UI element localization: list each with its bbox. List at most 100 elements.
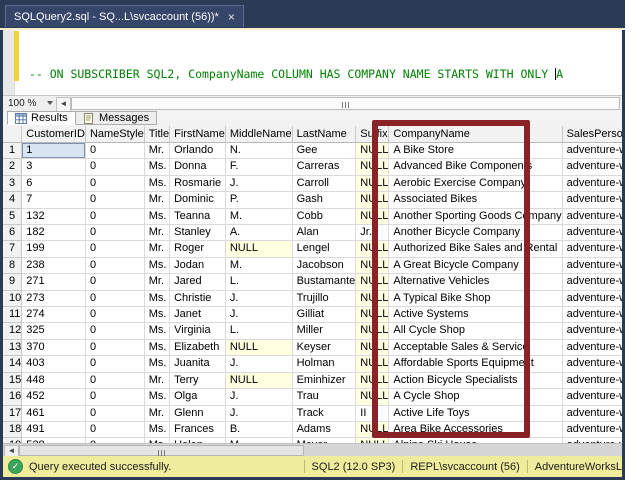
cell-suffix[interactable]: NULL bbox=[356, 209, 389, 225]
cell-title[interactable]: Ms. bbox=[145, 291, 170, 307]
column-header-customerid[interactable]: CustomerID bbox=[22, 126, 86, 143]
cell-firstname[interactable]: Elizabeth bbox=[170, 340, 226, 356]
cell-salesperson[interactable]: adventure-works\pamela0 bbox=[563, 143, 622, 159]
cell-firstname[interactable]: Virginia bbox=[170, 323, 226, 339]
sql-comment-line[interactable]: -- ON SUBSCRIBER SQL2, CompanyName COLUM… bbox=[22, 67, 563, 82]
cell-namestyle[interactable]: 0 bbox=[86, 356, 145, 372]
cell-suffix[interactable]: II bbox=[356, 406, 389, 422]
cell-namestyle[interactable]: 0 bbox=[86, 389, 145, 405]
cell-title[interactable]: Mr. bbox=[145, 241, 170, 257]
cell-salesperson[interactable]: adventure-works\jillian0 bbox=[563, 258, 622, 274]
cell-salesperson[interactable]: adventure-works\pamela0 bbox=[563, 323, 622, 339]
cell-companyname[interactable]: Action Bicycle Specialists bbox=[389, 373, 562, 389]
cell-firstname[interactable]: Orlando bbox=[170, 143, 226, 159]
cell-salesperson[interactable]: adventure-works\shu0 bbox=[563, 422, 622, 438]
cell-title[interactable]: Ms. bbox=[145, 340, 170, 356]
cell-namestyle[interactable]: 0 bbox=[86, 291, 145, 307]
cell-title[interactable]: Mr. bbox=[145, 373, 170, 389]
editor-hscrollbar[interactable] bbox=[71, 97, 621, 110]
cell-salesperson[interactable]: adventure-works\jae0 bbox=[563, 373, 622, 389]
cell-customerid[interactable]: 452 bbox=[22, 389, 86, 405]
cell-lastname[interactable]: Eminhizer bbox=[293, 373, 357, 389]
cell-title[interactable]: Mr. bbox=[145, 406, 170, 422]
cell-suffix[interactable]: NULL bbox=[356, 274, 389, 290]
row-number[interactable]: 9 bbox=[3, 274, 22, 290]
column-header-firstname[interactable]: FirstName bbox=[170, 126, 226, 143]
cell-namestyle[interactable]: 0 bbox=[86, 274, 145, 290]
cell-middlename[interactable]: N. bbox=[226, 143, 293, 159]
cell-suffix[interactable]: NULL bbox=[356, 241, 389, 257]
cell-title[interactable]: Ms. bbox=[145, 389, 170, 405]
cell-suffix[interactable]: NULL bbox=[356, 356, 389, 372]
cell-namestyle[interactable]: 0 bbox=[86, 373, 145, 389]
cell-middlename[interactable]: NULL bbox=[226, 373, 293, 389]
cell-suffix[interactable]: NULL bbox=[356, 159, 389, 175]
cell-salesperson[interactable]: adventure-works\pamela0 bbox=[563, 241, 622, 257]
cell-middlename[interactable]: M. bbox=[226, 258, 293, 274]
cell-title[interactable]: Mr. bbox=[145, 192, 170, 208]
cell-lastname[interactable]: Adams bbox=[293, 422, 357, 438]
cell-firstname[interactable]: Juanita bbox=[170, 356, 226, 372]
cell-lastname[interactable]: Carroll bbox=[293, 176, 357, 192]
cell-lastname[interactable]: Holman bbox=[293, 356, 357, 372]
cell-middlename[interactable]: NULL bbox=[226, 241, 293, 257]
cell-customerid[interactable]: 6 bbox=[22, 176, 86, 192]
zoom-level-select[interactable]: 100 % bbox=[3, 96, 50, 111]
grid-hscrollbar[interactable]: ◄ bbox=[3, 443, 622, 456]
cell-firstname[interactable]: Rosmarie bbox=[170, 176, 226, 192]
row-number[interactable]: 1 bbox=[3, 143, 22, 159]
cell-lastname[interactable]: Lengel bbox=[293, 241, 357, 257]
cell-lastname[interactable]: Jacobson bbox=[293, 258, 357, 274]
column-header-salesperson[interactable]: SalesPerson bbox=[563, 126, 622, 143]
cell-firstname[interactable]: Janet bbox=[170, 307, 226, 323]
cell-title[interactable]: Ms. bbox=[145, 176, 170, 192]
cell-companyname[interactable]: Area Bike Accessories bbox=[389, 422, 562, 438]
editor-scroll-left-button[interactable]: ◄ bbox=[56, 97, 71, 112]
cell-middlename[interactable]: L. bbox=[226, 274, 293, 290]
cell-lastname[interactable]: Track bbox=[293, 406, 357, 422]
cell-lastname[interactable]: Carreras bbox=[293, 159, 357, 175]
cell-firstname[interactable]: Terry bbox=[170, 373, 226, 389]
column-header-middlename[interactable]: MiddleName bbox=[226, 126, 293, 143]
cell-namestyle[interactable]: 0 bbox=[86, 340, 145, 356]
cell-suffix[interactable]: NULL bbox=[356, 389, 389, 405]
row-number[interactable]: 17 bbox=[3, 406, 22, 422]
cell-title[interactable]: Ms. bbox=[145, 307, 170, 323]
cell-customerid[interactable]: 325 bbox=[22, 323, 86, 339]
row-number[interactable]: 10 bbox=[3, 291, 22, 307]
cell-companyname[interactable]: A Great Bicycle Company bbox=[389, 258, 562, 274]
cell-companyname[interactable]: Advanced Bike Components bbox=[389, 159, 562, 175]
cell-salesperson[interactable]: adventure-works\jillian0 bbox=[563, 307, 622, 323]
cell-customerid[interactable]: 491 bbox=[22, 422, 86, 438]
row-number[interactable]: 14 bbox=[3, 356, 22, 372]
cell-salesperson[interactable]: adventure-works\david8 bbox=[563, 389, 622, 405]
column-header-title[interactable]: Title bbox=[145, 126, 170, 143]
cell-companyname[interactable]: Another Sporting Goods Company bbox=[389, 209, 562, 225]
cell-namestyle[interactable]: 0 bbox=[86, 258, 145, 274]
cell-companyname[interactable]: A Bike Store bbox=[389, 143, 562, 159]
cell-lastname[interactable]: Gash bbox=[293, 192, 357, 208]
cell-title[interactable]: Ms. bbox=[145, 258, 170, 274]
cell-customerid[interactable]: 132 bbox=[22, 209, 86, 225]
cell-suffix[interactable]: NULL bbox=[356, 422, 389, 438]
cell-title[interactable]: Ms. bbox=[145, 356, 170, 372]
cell-lastname[interactable]: Trau bbox=[293, 389, 357, 405]
cell-suffix[interactable]: NULL bbox=[356, 340, 389, 356]
cell-salesperson[interactable]: adventure-works\josé1 bbox=[563, 340, 622, 356]
cell-middlename[interactable]: J. bbox=[226, 291, 293, 307]
cell-middlename[interactable]: J. bbox=[226, 406, 293, 422]
cell-namestyle[interactable]: 0 bbox=[86, 323, 145, 339]
cell-title[interactable]: Ms. bbox=[145, 323, 170, 339]
cell-companyname[interactable]: Authorized Bike Sales and Rental bbox=[389, 241, 562, 257]
cell-companyname[interactable]: Active Life Toys bbox=[389, 406, 562, 422]
cell-suffix[interactable]: Jr. bbox=[356, 225, 389, 241]
column-header-companyname[interactable]: CompanyName bbox=[389, 126, 562, 143]
tab-results[interactable]: Results bbox=[7, 111, 76, 125]
row-number[interactable]: 15 bbox=[3, 373, 22, 389]
cell-middlename[interactable]: J. bbox=[226, 356, 293, 372]
cell-salesperson[interactable]: adventure-works\shu0 bbox=[563, 356, 622, 372]
row-number[interactable]: 13 bbox=[3, 340, 22, 356]
cell-title[interactable]: Ms. bbox=[145, 422, 170, 438]
column-header-namestyle[interactable]: NameStyle bbox=[86, 126, 145, 143]
cell-lastname[interactable]: Trujillo bbox=[293, 291, 357, 307]
